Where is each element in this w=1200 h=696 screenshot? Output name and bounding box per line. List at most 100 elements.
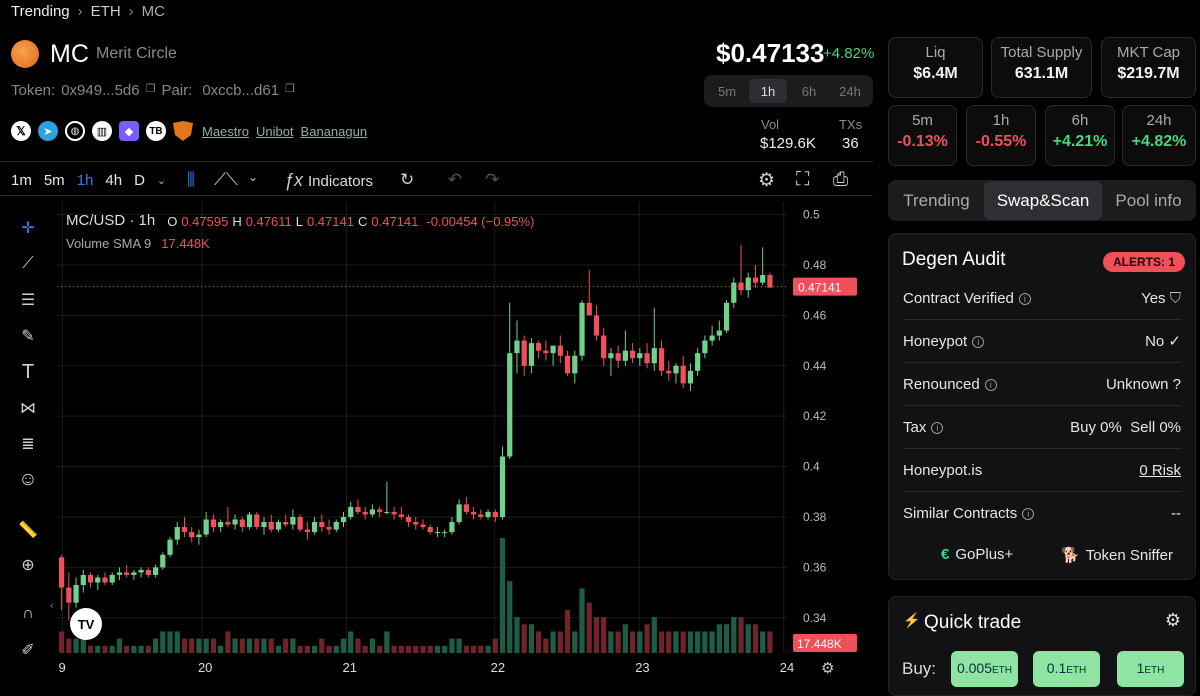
token-sniffer-link[interactable]: 🐕 Token Sniffer [1061, 546, 1173, 565]
tb-app-icon[interactable]: TB [146, 121, 166, 141]
volume-bar [528, 624, 535, 653]
collapse-icon[interactable]: ‹ [50, 600, 54, 612]
price-chart[interactable]: 0.5 0.48 0.46 0.44 0.42 0.4 0.38 0.36 0.34 9 20 21 2… [57, 202, 863, 677]
function-icon[interactable]: ƒx [284, 170, 303, 191]
tf-6h[interactable]: 6h [790, 79, 828, 103]
volume-bar [95, 645, 101, 653]
volume-bar [102, 645, 108, 653]
candle-body [593, 315, 600, 336]
copy-icon[interactable]: ❐ [285, 82, 295, 99]
globe-icon[interactable]: ◍ [65, 121, 85, 141]
info-icon[interactable]: i [984, 378, 997, 391]
metamask-icon[interactable] [173, 121, 193, 141]
chevron-down-icon[interactable]: ⌄ [157, 174, 166, 187]
interval-4h[interactable]: 4h [105, 172, 122, 189]
candle-body [680, 365, 686, 384]
info-icon[interactable]: i [972, 335, 985, 348]
interval-5m[interactable]: 5m [44, 172, 65, 189]
fib-icon[interactable]: ☰ [14, 286, 42, 314]
undo-icon[interactable]: ↶ [448, 170, 462, 190]
info-icon[interactable]: i [1022, 508, 1035, 520]
diamond-app-icon[interactable]: ◆ [119, 121, 139, 141]
info-icon[interactable]: i [931, 421, 944, 434]
breadcrumb-trending[interactable]: Trending [11, 3, 70, 20]
goplus-link[interactable]: € GoPlus+ [941, 546, 1013, 563]
pair-address[interactable]: 0xccb...d61 [202, 82, 279, 99]
telegram-icon[interactable]: ➤ [38, 121, 58, 141]
candle-body [225, 522, 231, 525]
volume-bar [767, 631, 773, 653]
tab-swap-scan[interactable]: Swap&Scan [984, 181, 1102, 220]
link-bananagun[interactable]: Bananagun [301, 124, 368, 139]
alerts-badge[interactable]: ALERTS: 1 [1102, 252, 1185, 272]
interval-1m[interactable]: 1m [11, 172, 32, 189]
legend-o: 0.47595 [181, 214, 229, 229]
candles-icon[interactable]: ⫼ [187, 170, 195, 190]
chevron-down-icon[interactable]: ⌄ [248, 170, 258, 184]
volume-label: Volume SMA 9 [66, 236, 152, 251]
chart-app-icon[interactable]: ▥ [92, 121, 112, 141]
volume-bar [745, 624, 751, 653]
volume-bar [716, 624, 722, 653]
tradingview-logo[interactable]: TV [70, 608, 102, 640]
zoom-icon[interactable]: ⊕ [14, 551, 42, 579]
legend-h: 0.47611 [245, 214, 292, 229]
candle-body [463, 504, 469, 512]
candle-body [326, 527, 332, 530]
candle-body [80, 574, 86, 586]
fullscreen-icon[interactable]: ⛶ [796, 169, 809, 191]
tf-5m[interactable]: 5m [708, 79, 746, 103]
change-value: +4.21% [1052, 133, 1108, 150]
tf-24h[interactable]: 24h [831, 79, 869, 103]
link-maestro[interactable]: Maestro [202, 124, 249, 139]
text-icon[interactable]: T [14, 358, 42, 386]
refresh-icon[interactable]: ↻ [400, 170, 414, 190]
info-icon[interactable]: i [1018, 292, 1031, 305]
camera-icon[interactable]: ⎙ [833, 169, 848, 191]
volume-bar [644, 624, 650, 653]
volume-bar [658, 631, 665, 653]
gear-icon[interactable]: ⚙ [1165, 610, 1181, 631]
buy-amount-0005[interactable]: 0.005ETH [951, 651, 1018, 687]
interval-1h[interactable]: 1h [77, 172, 94, 189]
interval-d[interactable]: D [134, 172, 145, 189]
volume-bar [246, 638, 253, 653]
honeypot-risk-link[interactable]: 0 Risk [1139, 462, 1181, 479]
indicators-button[interactable]: Indicators [308, 173, 373, 190]
volume-bar [543, 638, 549, 653]
candle-body [174, 527, 180, 540]
crosshair-icon[interactable]: ✛ [14, 214, 42, 242]
breadcrumb-eth[interactable]: ETH [91, 3, 121, 20]
lock-pen-icon[interactable]: ✐ [14, 636, 42, 664]
volume-bar [73, 638, 79, 653]
tab-trending[interactable]: Trending [889, 181, 984, 220]
prediction-icon[interactable]: ≣ [14, 430, 42, 458]
settings-icon[interactable]: ⚙ [758, 169, 775, 192]
line-chart-icon[interactable]: ⟋⟍ [214, 170, 238, 190]
brush-icon[interactable]: ✎ [14, 322, 42, 350]
volume-bar [405, 645, 412, 653]
buy-amount-1[interactable]: 1ETH [1117, 651, 1184, 687]
magnet-icon[interactable]: ∩ [14, 600, 42, 628]
volume-bar [463, 645, 469, 653]
volume-bar [290, 638, 296, 653]
ruler-icon[interactable]: 📏 [14, 516, 42, 544]
volume-bar [369, 638, 376, 653]
volume-bar [391, 645, 397, 653]
legend-change: -0.00454 (−0.95%) [426, 214, 535, 229]
volume-bar [160, 631, 166, 653]
trendline-icon[interactable]: ⟋ [14, 250, 42, 278]
emoji-icon[interactable]: ☺ [14, 466, 42, 494]
tf-1h[interactable]: 1h [749, 79, 787, 103]
volume-bar [311, 645, 318, 653]
copy-icon[interactable]: ❐ [146, 82, 156, 99]
tab-pool-info[interactable]: Pool info [1102, 181, 1195, 220]
link-unibot[interactable]: Unibot [256, 124, 294, 139]
volume-bar [557, 631, 563, 653]
buy-amount-01[interactable]: 0.1ETH [1033, 651, 1100, 687]
token-address[interactable]: 0x949...5d6 [61, 82, 139, 99]
x-icon[interactable]: 𝕏 [11, 121, 31, 141]
pattern-icon[interactable]: ⋈ [14, 394, 42, 422]
redo-icon[interactable]: ↷ [485, 170, 499, 190]
candle-body [189, 532, 195, 538]
